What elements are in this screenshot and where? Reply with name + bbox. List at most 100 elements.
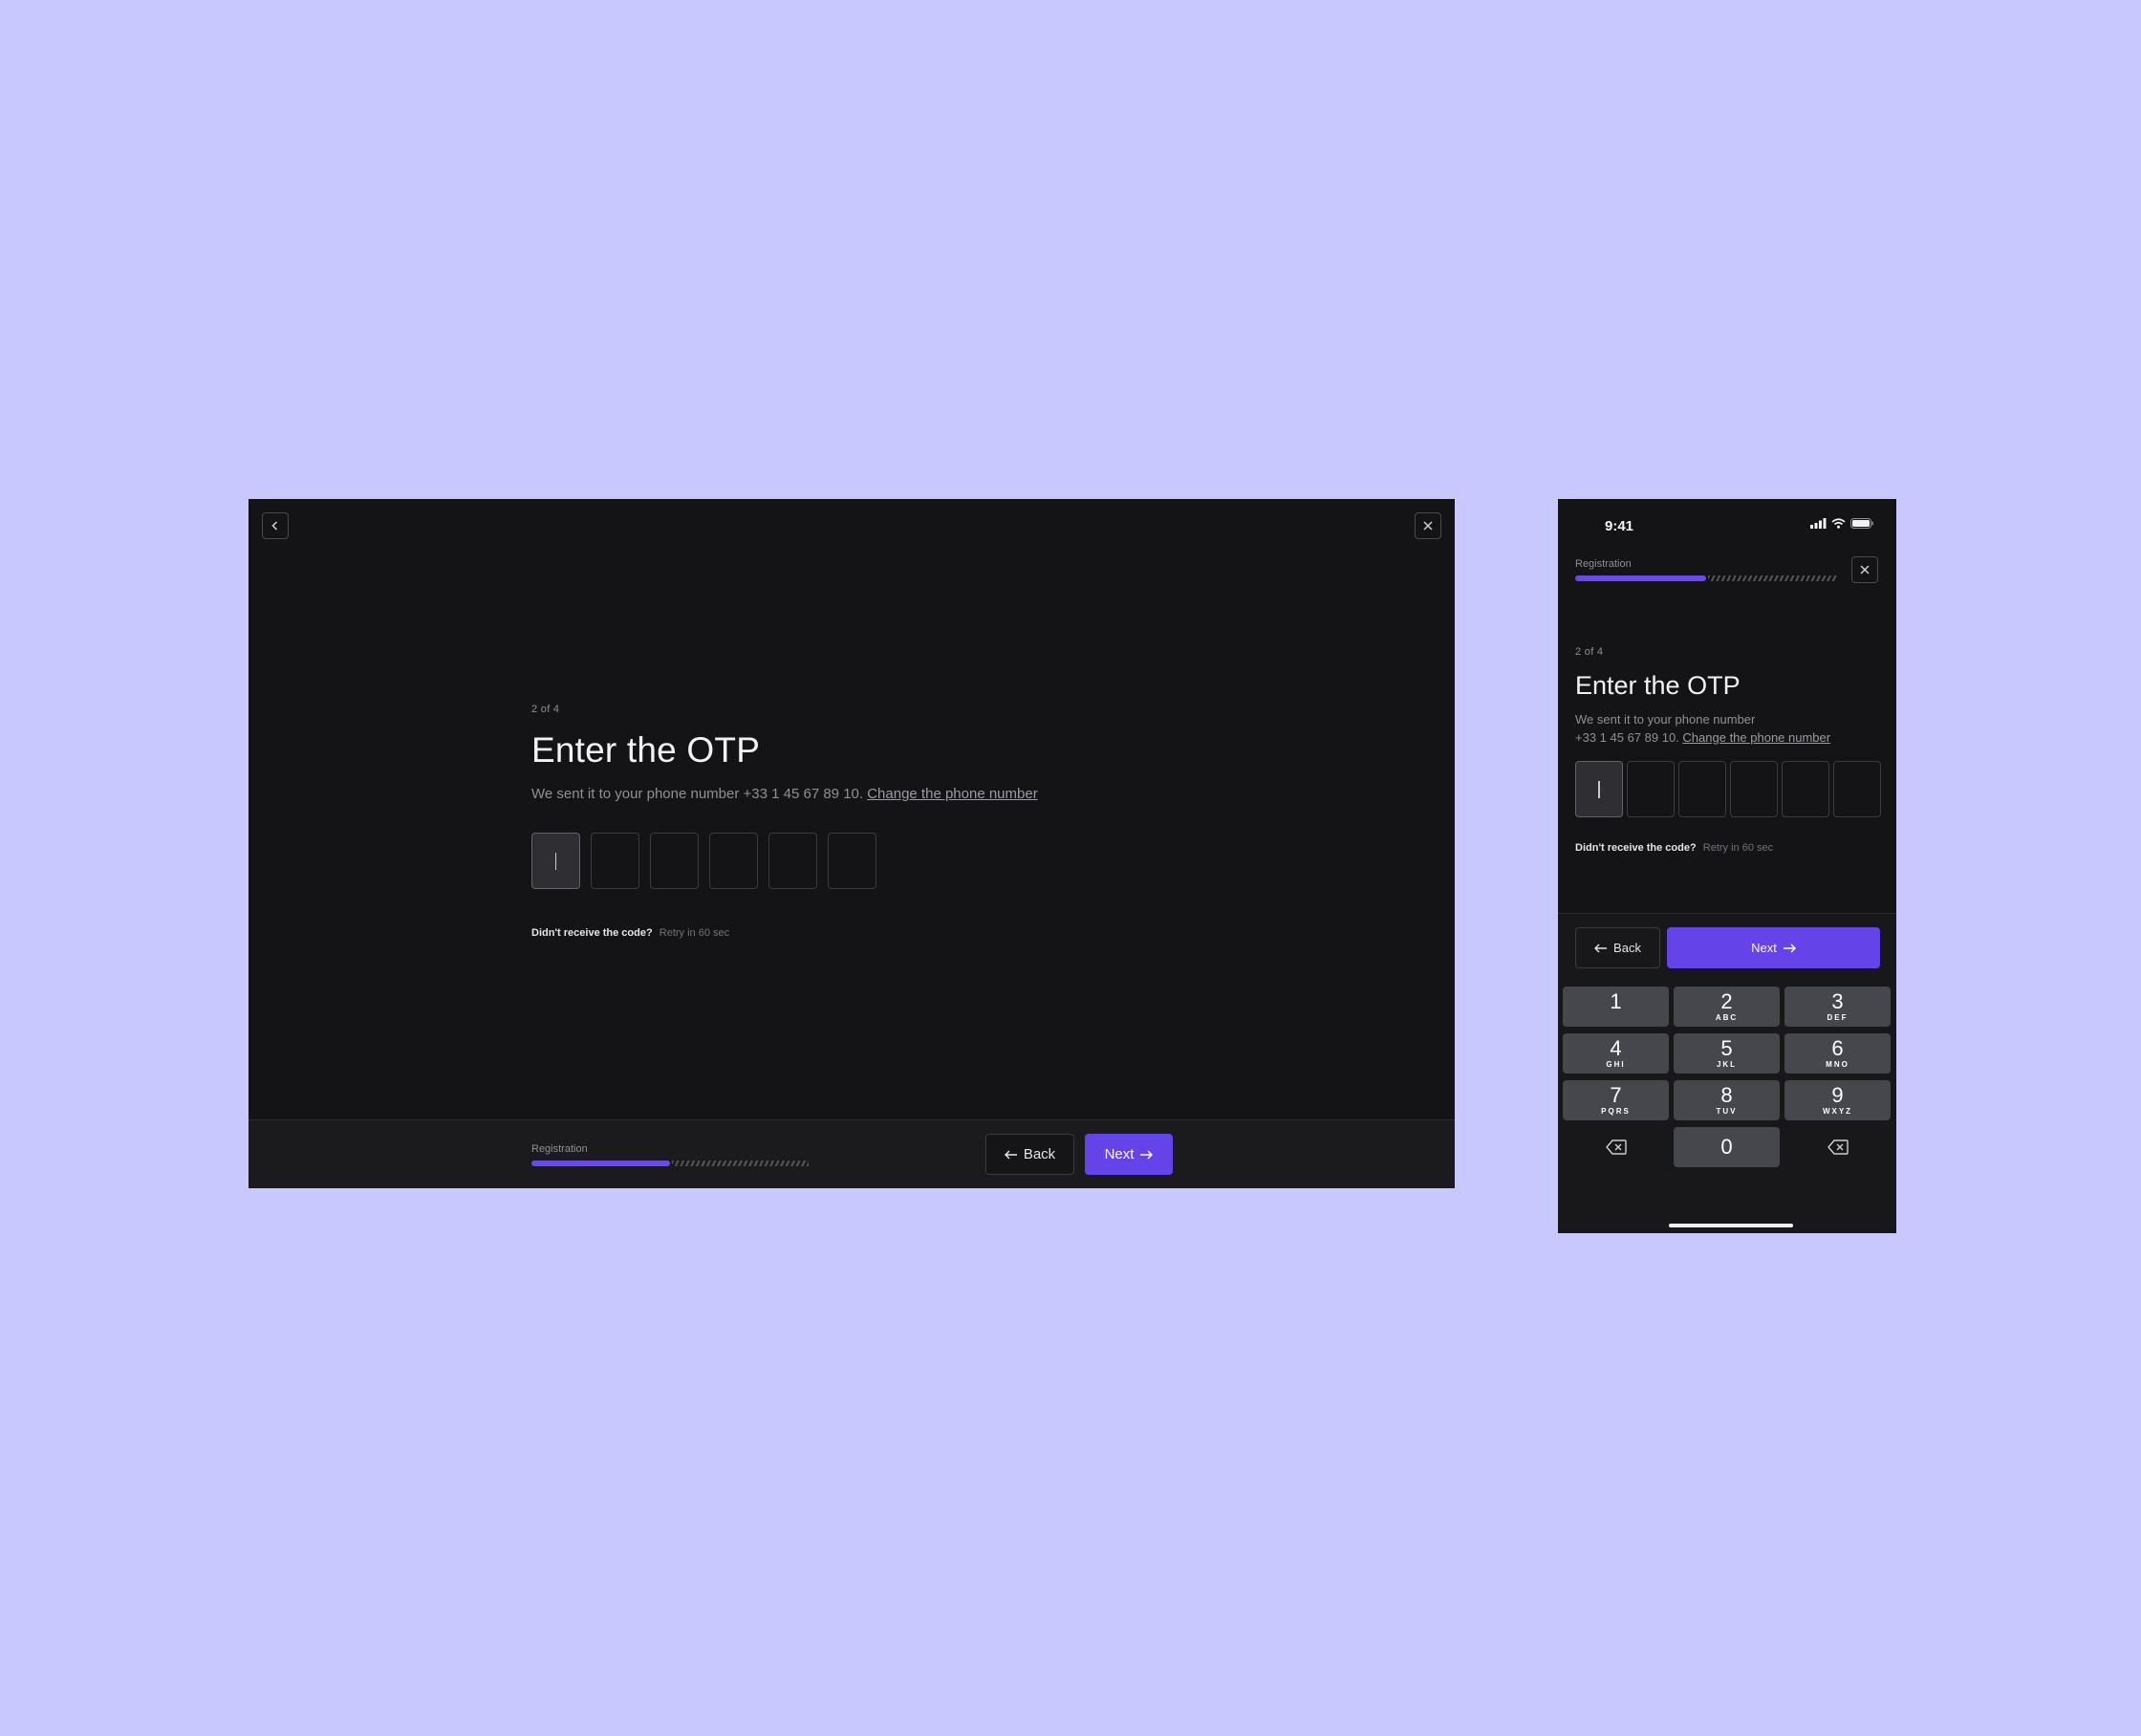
next-button-label: Next (1751, 941, 1777, 955)
key-digit: 7 (1610, 1082, 1622, 1107)
registration-progress: Registration (531, 1143, 809, 1166)
key-digit: 6 (1831, 1035, 1844, 1060)
otp-digit-5[interactable] (1782, 761, 1829, 817)
backspace-icon (1605, 1139, 1627, 1155)
back-button-label: Back (1613, 941, 1641, 955)
key-2[interactable]: 2 ABC (1674, 987, 1780, 1027)
progress-track (531, 1161, 809, 1166)
otp-digit-2[interactable] (1627, 761, 1675, 817)
otp-digit-6[interactable] (828, 833, 876, 889)
arrow-left-icon (1594, 944, 1608, 952)
cellular-signal-icon (1810, 518, 1827, 529)
arrow-left-icon (1004, 1150, 1017, 1159)
key-letters: MNO (1826, 1059, 1849, 1069)
progress-label: Registration (531, 1143, 588, 1155)
step-indicator: 2 of 4 (1575, 646, 1604, 658)
back-icon-button[interactable] (262, 512, 289, 539)
next-button[interactable]: Next (1085, 1134, 1173, 1175)
key-letters: DEF (1827, 1012, 1849, 1022)
key-letters: JKL (1716, 1059, 1738, 1069)
key-digit: 9 (1831, 1082, 1844, 1107)
back-button[interactable]: Back (1575, 927, 1660, 968)
resend-timer: Retry in 60 sec (1702, 842, 1774, 854)
otp-digit-6[interactable] (1833, 761, 1881, 817)
otp-digit-4[interactable] (1730, 761, 1778, 817)
progress-track (1575, 575, 1837, 581)
next-button-label: Next (1104, 1146, 1135, 1162)
otp-description-line2: +33 1 45 67 89 10. Change the phone numb… (1575, 728, 1881, 747)
chevron-left-icon (271, 521, 278, 531)
home-indicator (1669, 1224, 1793, 1227)
key-digit: 3 (1831, 988, 1844, 1013)
key-0[interactable]: 0 (1674, 1127, 1780, 1167)
key-5[interactable]: 5 JKL (1674, 1033, 1780, 1074)
step-indicator: 2 of 4 (531, 704, 560, 715)
close-button[interactable] (1851, 556, 1878, 583)
key-3[interactable]: 3 DEF (1784, 987, 1891, 1027)
otp-form: 2 of 4 Enter the OTP We sent it to your … (1575, 646, 1881, 854)
mobile-screen: 9:41 Registration 2 of 4 Enter the OTP W… (1558, 499, 1896, 1233)
resend-timer: Retry in 60 sec (659, 927, 730, 939)
status-time: 9:41 (1605, 518, 1634, 534)
numeric-keypad: 1 2 ABC 3 DEF 4 GHI 5 JKL 6 MNO 7 PQRS 8 TUV 9W… (1563, 987, 1892, 1167)
key-digit: 8 (1720, 1082, 1733, 1107)
resend-info: Didn't receive the code? Retry in 60 sec (531, 927, 1200, 939)
close-button[interactable] (1415, 512, 1441, 539)
status-icons (1810, 518, 1873, 529)
delete-key-left[interactable] (1563, 1127, 1669, 1167)
change-phone-link[interactable]: Change the phone number (867, 786, 1037, 802)
page-title: Enter the OTP (1575, 671, 1741, 700)
otp-digit-5[interactable] (768, 833, 817, 889)
key-6[interactable]: 6 MNO (1784, 1033, 1891, 1074)
footer-bar: Registration Back Next (249, 1119, 1455, 1188)
otp-digit-3[interactable] (650, 833, 699, 889)
progress-label: Registration (1575, 558, 1632, 570)
otp-digit-4[interactable] (709, 833, 758, 889)
key-letters: TUV (1716, 1106, 1738, 1116)
otp-inputs (531, 833, 1200, 889)
next-button[interactable]: Next (1667, 927, 1880, 968)
key-4[interactable]: 4 GHI (1563, 1033, 1669, 1074)
key-digit: 4 (1610, 1035, 1622, 1060)
key-digit: 1 (1610, 988, 1622, 1013)
otp-form: 2 of 4 Enter the OTP We sent it to your … (531, 704, 1200, 939)
battery-icon (1850, 518, 1873, 529)
arrow-right-icon (1783, 944, 1796, 952)
desktop-screen: 2 of 4 Enter the OTP We sent it to your … (249, 499, 1455, 1188)
progress-fill (531, 1161, 670, 1166)
key-letters: WXYZ (1822, 1106, 1853, 1116)
key-letters: ABC (1715, 1012, 1739, 1022)
progress-fill (1575, 575, 1706, 581)
key-9[interactable]: 9 WXYZ (1784, 1080, 1891, 1120)
back-button[interactable]: Back (985, 1134, 1074, 1175)
key-1[interactable]: 1 (1563, 987, 1669, 1027)
key-letters: PQRS (1601, 1106, 1631, 1116)
otp-description: We sent it to your phone number +33 1 45… (1575, 710, 1881, 747)
resend-question: Didn't receive the code? (531, 927, 653, 939)
close-icon (1423, 521, 1433, 531)
phone-number: +33 1 45 67 89 10. (1575, 730, 1679, 745)
close-icon (1860, 565, 1870, 575)
otp-description-line1: We sent it to your phone number (1575, 712, 1756, 727)
otp-digit-3[interactable] (1678, 761, 1726, 817)
key-7[interactable]: 7 PQRS (1563, 1080, 1669, 1120)
resend-info: Didn't receive the code? Retry in 60 sec (1575, 842, 1881, 854)
otp-digit-2[interactable] (591, 833, 639, 889)
registration-progress: Registration (1575, 558, 1837, 581)
otp-digit-1[interactable] (531, 833, 580, 889)
arrow-right-icon (1140, 1150, 1154, 1159)
otp-digit-1[interactable] (1575, 761, 1623, 817)
key-digit: 2 (1720, 988, 1733, 1013)
action-panel: Back Next 1 2 ABC 3 DEF 4 GHI 5 JKL 6 MNO 7 PQ… (1558, 913, 1896, 1233)
wifi-icon (1831, 518, 1846, 529)
delete-key-right[interactable] (1784, 1127, 1891, 1167)
key-digit: 0 (1720, 1135, 1733, 1159)
resend-question: Didn't receive the code? (1575, 842, 1697, 854)
progress-remaining (672, 1161, 809, 1166)
text-cursor (554, 852, 557, 870)
key-digit: 5 (1720, 1035, 1733, 1060)
back-button-label: Back (1023, 1146, 1056, 1162)
key-8[interactable]: 8 TUV (1674, 1080, 1780, 1120)
progress-remaining (1708, 575, 1837, 581)
change-phone-link[interactable]: Change the phone number (1682, 730, 1830, 745)
